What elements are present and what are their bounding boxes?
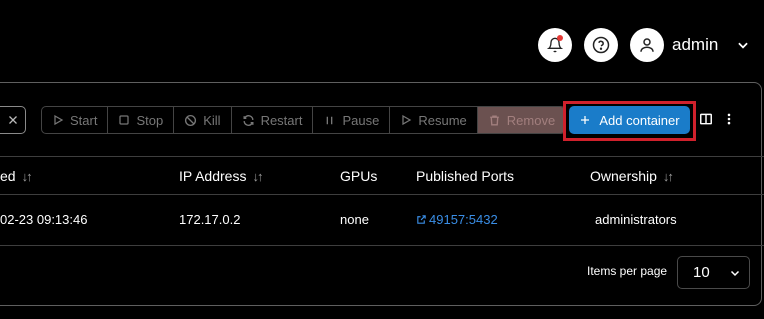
column-gpus-label: GPUs bbox=[340, 168, 378, 184]
stop-icon bbox=[119, 115, 130, 125]
start-label: Start bbox=[70, 112, 98, 128]
help-circle-icon bbox=[592, 36, 610, 54]
remove-button[interactable]: Remove bbox=[477, 107, 566, 133]
clear-filter-button[interactable] bbox=[0, 106, 26, 134]
help-button[interactable] bbox=[584, 28, 618, 62]
container-actions: Start Stop Kill Restart Pause Resume Rem… bbox=[41, 106, 567, 134]
more-vertical-icon[interactable] bbox=[724, 112, 734, 126]
cell-published-port-link[interactable]: 49157:5432 bbox=[416, 212, 498, 227]
row-divider bbox=[0, 245, 764, 246]
notifications-button[interactable] bbox=[538, 28, 572, 62]
stop-button[interactable]: Stop bbox=[108, 107, 175, 133]
chevron-down-icon[interactable] bbox=[736, 38, 750, 52]
items-per-page-label: Items per page bbox=[587, 264, 668, 278]
remove-label: Remove bbox=[506, 112, 556, 128]
cell-created: 02-23 09:13:46 bbox=[0, 212, 88, 227]
add-container-label: Add container bbox=[599, 112, 680, 128]
avatar[interactable] bbox=[630, 28, 664, 62]
resume-button[interactable]: Resume bbox=[390, 107, 478, 133]
kill-label: Kill bbox=[203, 112, 221, 128]
header-divider-top bbox=[0, 156, 764, 157]
add-container-button[interactable]: Add container bbox=[569, 106, 690, 134]
pause-button[interactable]: Pause bbox=[313, 107, 391, 133]
pause-icon bbox=[327, 116, 333, 124]
items-per-page-select[interactable]: 10 bbox=[677, 256, 750, 289]
items-per-page-value: 10 bbox=[693, 264, 710, 281]
sort-icon[interactable]: ↓↑ bbox=[663, 169, 674, 184]
column-ip-label: IP Address bbox=[179, 168, 247, 184]
user-icon bbox=[640, 38, 654, 52]
published-port-text: 49157:5432 bbox=[429, 212, 498, 227]
cell-gpus: none bbox=[340, 212, 369, 227]
restart-button[interactable]: Restart bbox=[232, 107, 314, 133]
cell-ip-address: 172.17.0.2 bbox=[179, 212, 241, 227]
kill-button[interactable]: Kill bbox=[174, 107, 232, 133]
sort-icon[interactable]: ↓↑ bbox=[252, 169, 263, 184]
close-icon bbox=[8, 116, 17, 124]
refresh-icon bbox=[243, 114, 254, 126]
column-ownership[interactable]: Ownership ↓↑ bbox=[590, 168, 674, 184]
column-ownership-label: Ownership bbox=[590, 168, 657, 184]
column-published-ports: Published Ports bbox=[416, 168, 514, 184]
user-name[interactable]: admin bbox=[672, 35, 718, 55]
notification-dot bbox=[557, 35, 563, 41]
play-icon bbox=[402, 114, 412, 126]
pause-label: Pause bbox=[342, 112, 380, 128]
plus-icon bbox=[581, 116, 590, 124]
chevron-down-icon bbox=[730, 270, 740, 276]
stop-label: Stop bbox=[136, 112, 164, 128]
column-ip-address[interactable]: IP Address ↓↑ bbox=[179, 168, 263, 184]
trash-icon bbox=[489, 114, 499, 126]
start-button[interactable]: Start bbox=[42, 107, 109, 133]
restart-label: Restart bbox=[260, 112, 303, 128]
external-link-icon bbox=[417, 215, 426, 224]
columns-icon[interactable] bbox=[699, 112, 713, 126]
resume-label: Resume bbox=[418, 112, 467, 128]
column-created-label: ed bbox=[0, 168, 16, 184]
sort-icon[interactable]: ↓↑ bbox=[22, 169, 33, 184]
header-divider-bottom bbox=[0, 194, 764, 195]
play-icon bbox=[54, 114, 64, 126]
column-gpus: GPUs bbox=[340, 168, 377, 184]
column-created[interactable]: ed ↓↑ bbox=[0, 168, 33, 184]
cell-ownership: administrators bbox=[595, 212, 677, 227]
ban-icon bbox=[185, 114, 197, 126]
column-ports-label: Published Ports bbox=[416, 168, 515, 184]
